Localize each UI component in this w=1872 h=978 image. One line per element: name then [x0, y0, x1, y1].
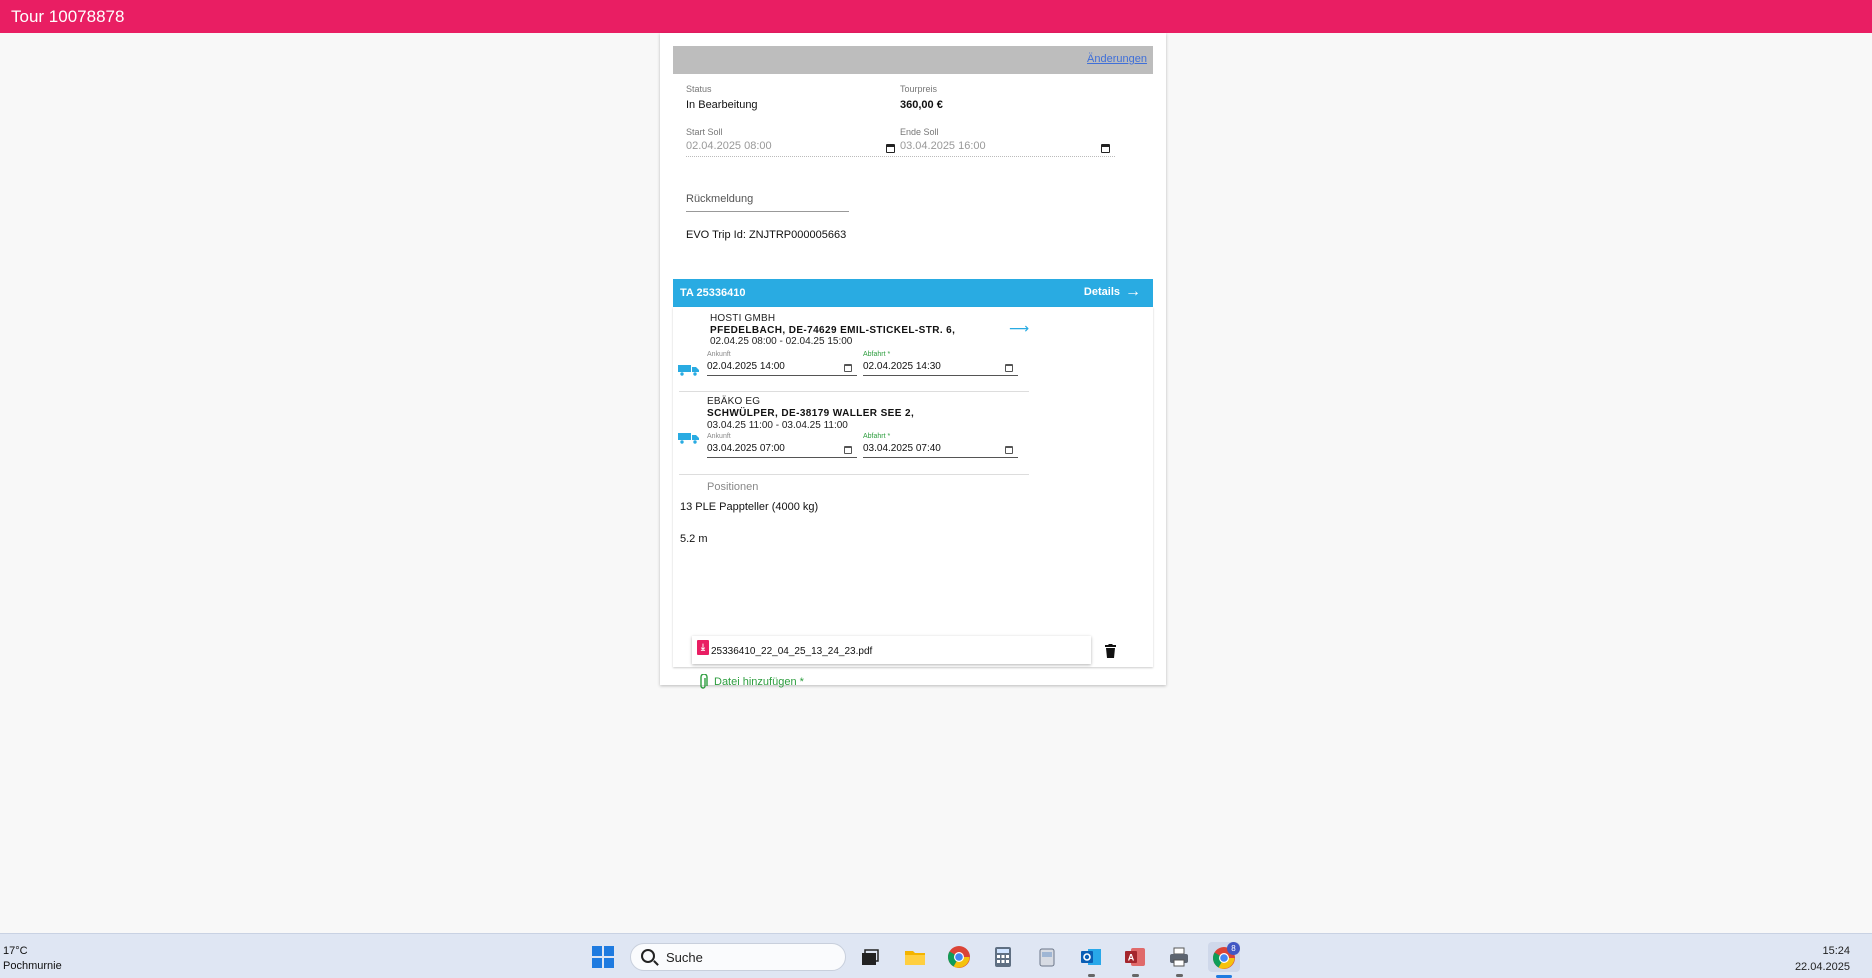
running-indicator — [1176, 974, 1183, 977]
arrival-label: Ankunft — [707, 433, 731, 440]
stop-time-window: 03.04.25 11:00 - 03.04.25 11:00 — [707, 420, 848, 431]
weather-location: Pochmurnie — [3, 960, 62, 972]
weather-widget[interactable]: 17°C Pochmurnie — [3, 944, 62, 974]
calendar-icon[interactable] — [1101, 144, 1110, 153]
start-label: Start Soll — [686, 127, 723, 137]
stop-name: HOSTI GMBH — [710, 313, 776, 324]
temperature: 17°C — [3, 945, 28, 957]
taskbar-search[interactable]: Suche — [630, 943, 846, 971]
departure-field[interactable]: 02.04.2025 14:30 — [863, 361, 1018, 376]
arrow-right-icon: → — [1125, 283, 1141, 300]
arrival-value: 03.04.2025 07:00 — [707, 443, 785, 454]
details-label: Details — [1083, 286, 1120, 298]
running-indicator — [1132, 974, 1139, 977]
card-header: Änderungen — [673, 46, 1153, 74]
calendar-icon[interactable] — [1005, 446, 1013, 454]
departure-field[interactable]: 03.04.2025 07:40 — [863, 443, 1018, 458]
tour-card: Änderungen Status In Bearbeitung Tourpre… — [660, 33, 1166, 689]
app-bar: Tour 10078878 — [0, 0, 1872, 33]
stop-name: EBÄKO EG — [707, 396, 761, 407]
attached-file[interactable]: ⤓ 25336410_22_04_25_13_24_23.pdf — [692, 636, 1091, 664]
page-title: Tour 10078878 — [11, 6, 125, 26]
departure-value: 03.04.2025 07:40 — [863, 443, 941, 454]
pdf-icon: ⤓ — [697, 640, 709, 655]
transport-title: TA 25336410 — [680, 287, 746, 299]
calendar-icon[interactable] — [886, 144, 895, 153]
stop-address: SCHWÜLPER, DE-38179 WALLER SEE 2, — [707, 408, 915, 419]
truck-icon — [678, 433, 699, 444]
transport-header: TA 25336410 Details → — [673, 279, 1153, 307]
status-label: Status — [686, 84, 712, 94]
search-icon — [641, 949, 655, 963]
start-date-value: 02.04.2025 08:00 — [686, 140, 772, 152]
clock-time: 15:24 — [1822, 945, 1850, 957]
divider — [679, 474, 1029, 475]
chrome-icon[interactable] — [947, 945, 971, 969]
add-file-button[interactable]: Datei hinzufügen * — [698, 674, 804, 690]
stop-time-window: 02.04.25 08:00 - 02.04.25 15:00 — [710, 336, 853, 347]
price-value: 360,00 € — [900, 99, 943, 111]
trash-icon[interactable] — [1105, 644, 1116, 658]
departure-label: Abfahrt * — [863, 433, 891, 440]
access-icon[interactable]: A — [1123, 945, 1147, 969]
evo-trip-id: EVO Trip Id: ZNJTRP000005663 — [686, 229, 847, 241]
calculator-icon[interactable] — [991, 945, 1015, 969]
arrival-value: 02.04.2025 14:00 — [707, 361, 785, 372]
end-date-field[interactable]: 03.04.2025 16:00 — [900, 140, 1115, 157]
svg-text:A: A — [1128, 953, 1135, 963]
file-name: 25336410_22_04_25_13_24_23.pdf — [711, 646, 873, 657]
feedback-placeholder: Rückmeldung — [686, 193, 754, 205]
positions-label: Positionen — [707, 481, 759, 493]
running-indicator — [1088, 974, 1095, 977]
add-file-label: Datei hinzufügen * — [714, 676, 804, 688]
chrome-active-tab[interactable]: 8 — [1208, 942, 1240, 972]
scanner-icon[interactable] — [1035, 945, 1059, 969]
departure-value: 02.04.2025 14:30 — [863, 361, 941, 372]
notification-badge: 8 — [1227, 942, 1240, 955]
position-line: 13 PLE Pappteller (4000 kg) — [680, 501, 819, 513]
file-explorer-icon[interactable] — [903, 945, 927, 969]
paperclip-icon — [700, 674, 708, 689]
divider — [679, 391, 1029, 392]
search-placeholder: Suche — [666, 950, 703, 965]
stop-address: PFEDELBACH, DE-74629 EMIL-STICKEL-STR. 6… — [710, 325, 956, 336]
calendar-icon[interactable] — [844, 446, 852, 454]
outlook-icon[interactable] — [1079, 945, 1103, 969]
system-clock[interactable]: 15:24 22.04.2025 — [1795, 943, 1850, 975]
task-view-icon[interactable] — [858, 945, 882, 969]
windows-start-icon[interactable] — [592, 946, 614, 968]
calendar-icon[interactable] — [844, 364, 852, 372]
transport-body: HOSTI GMBH PFEDELBACH, DE-74629 EMIL-STI… — [673, 307, 1153, 689]
arrival-label: Ankunft — [707, 351, 731, 358]
length-value: 5.2 m — [680, 533, 708, 545]
changes-link[interactable]: Änderungen — [1087, 53, 1147, 65]
truck-icon — [678, 365, 699, 376]
arrow-right-icon[interactable]: ⟶ — [1009, 320, 1029, 337]
arrival-field[interactable]: 02.04.2025 14:00 — [707, 361, 857, 376]
departure-label: Abfahrt * — [863, 351, 891, 358]
arrival-field[interactable]: 03.04.2025 07:00 — [707, 443, 857, 458]
status-value: In Bearbeitung — [686, 99, 758, 111]
price-label: Tourpreis — [900, 84, 938, 94]
clock-date: 22.04.2025 — [1794, 961, 1850, 973]
calendar-icon[interactable] — [1005, 364, 1013, 372]
taskbar: 17°C Pochmurnie Suche A 8 15:24 22.04.20… — [0, 933, 1872, 978]
end-label: Ende Soll — [900, 127, 939, 137]
feedback-input[interactable]: Rückmeldung — [686, 193, 849, 212]
details-button[interactable]: Details → — [1083, 283, 1141, 300]
end-date-value: 03.04.2025 16:00 — [900, 140, 986, 152]
printer-icon[interactable] — [1167, 945, 1191, 969]
start-date-field[interactable]: 02.04.2025 08:00 — [686, 140, 901, 157]
